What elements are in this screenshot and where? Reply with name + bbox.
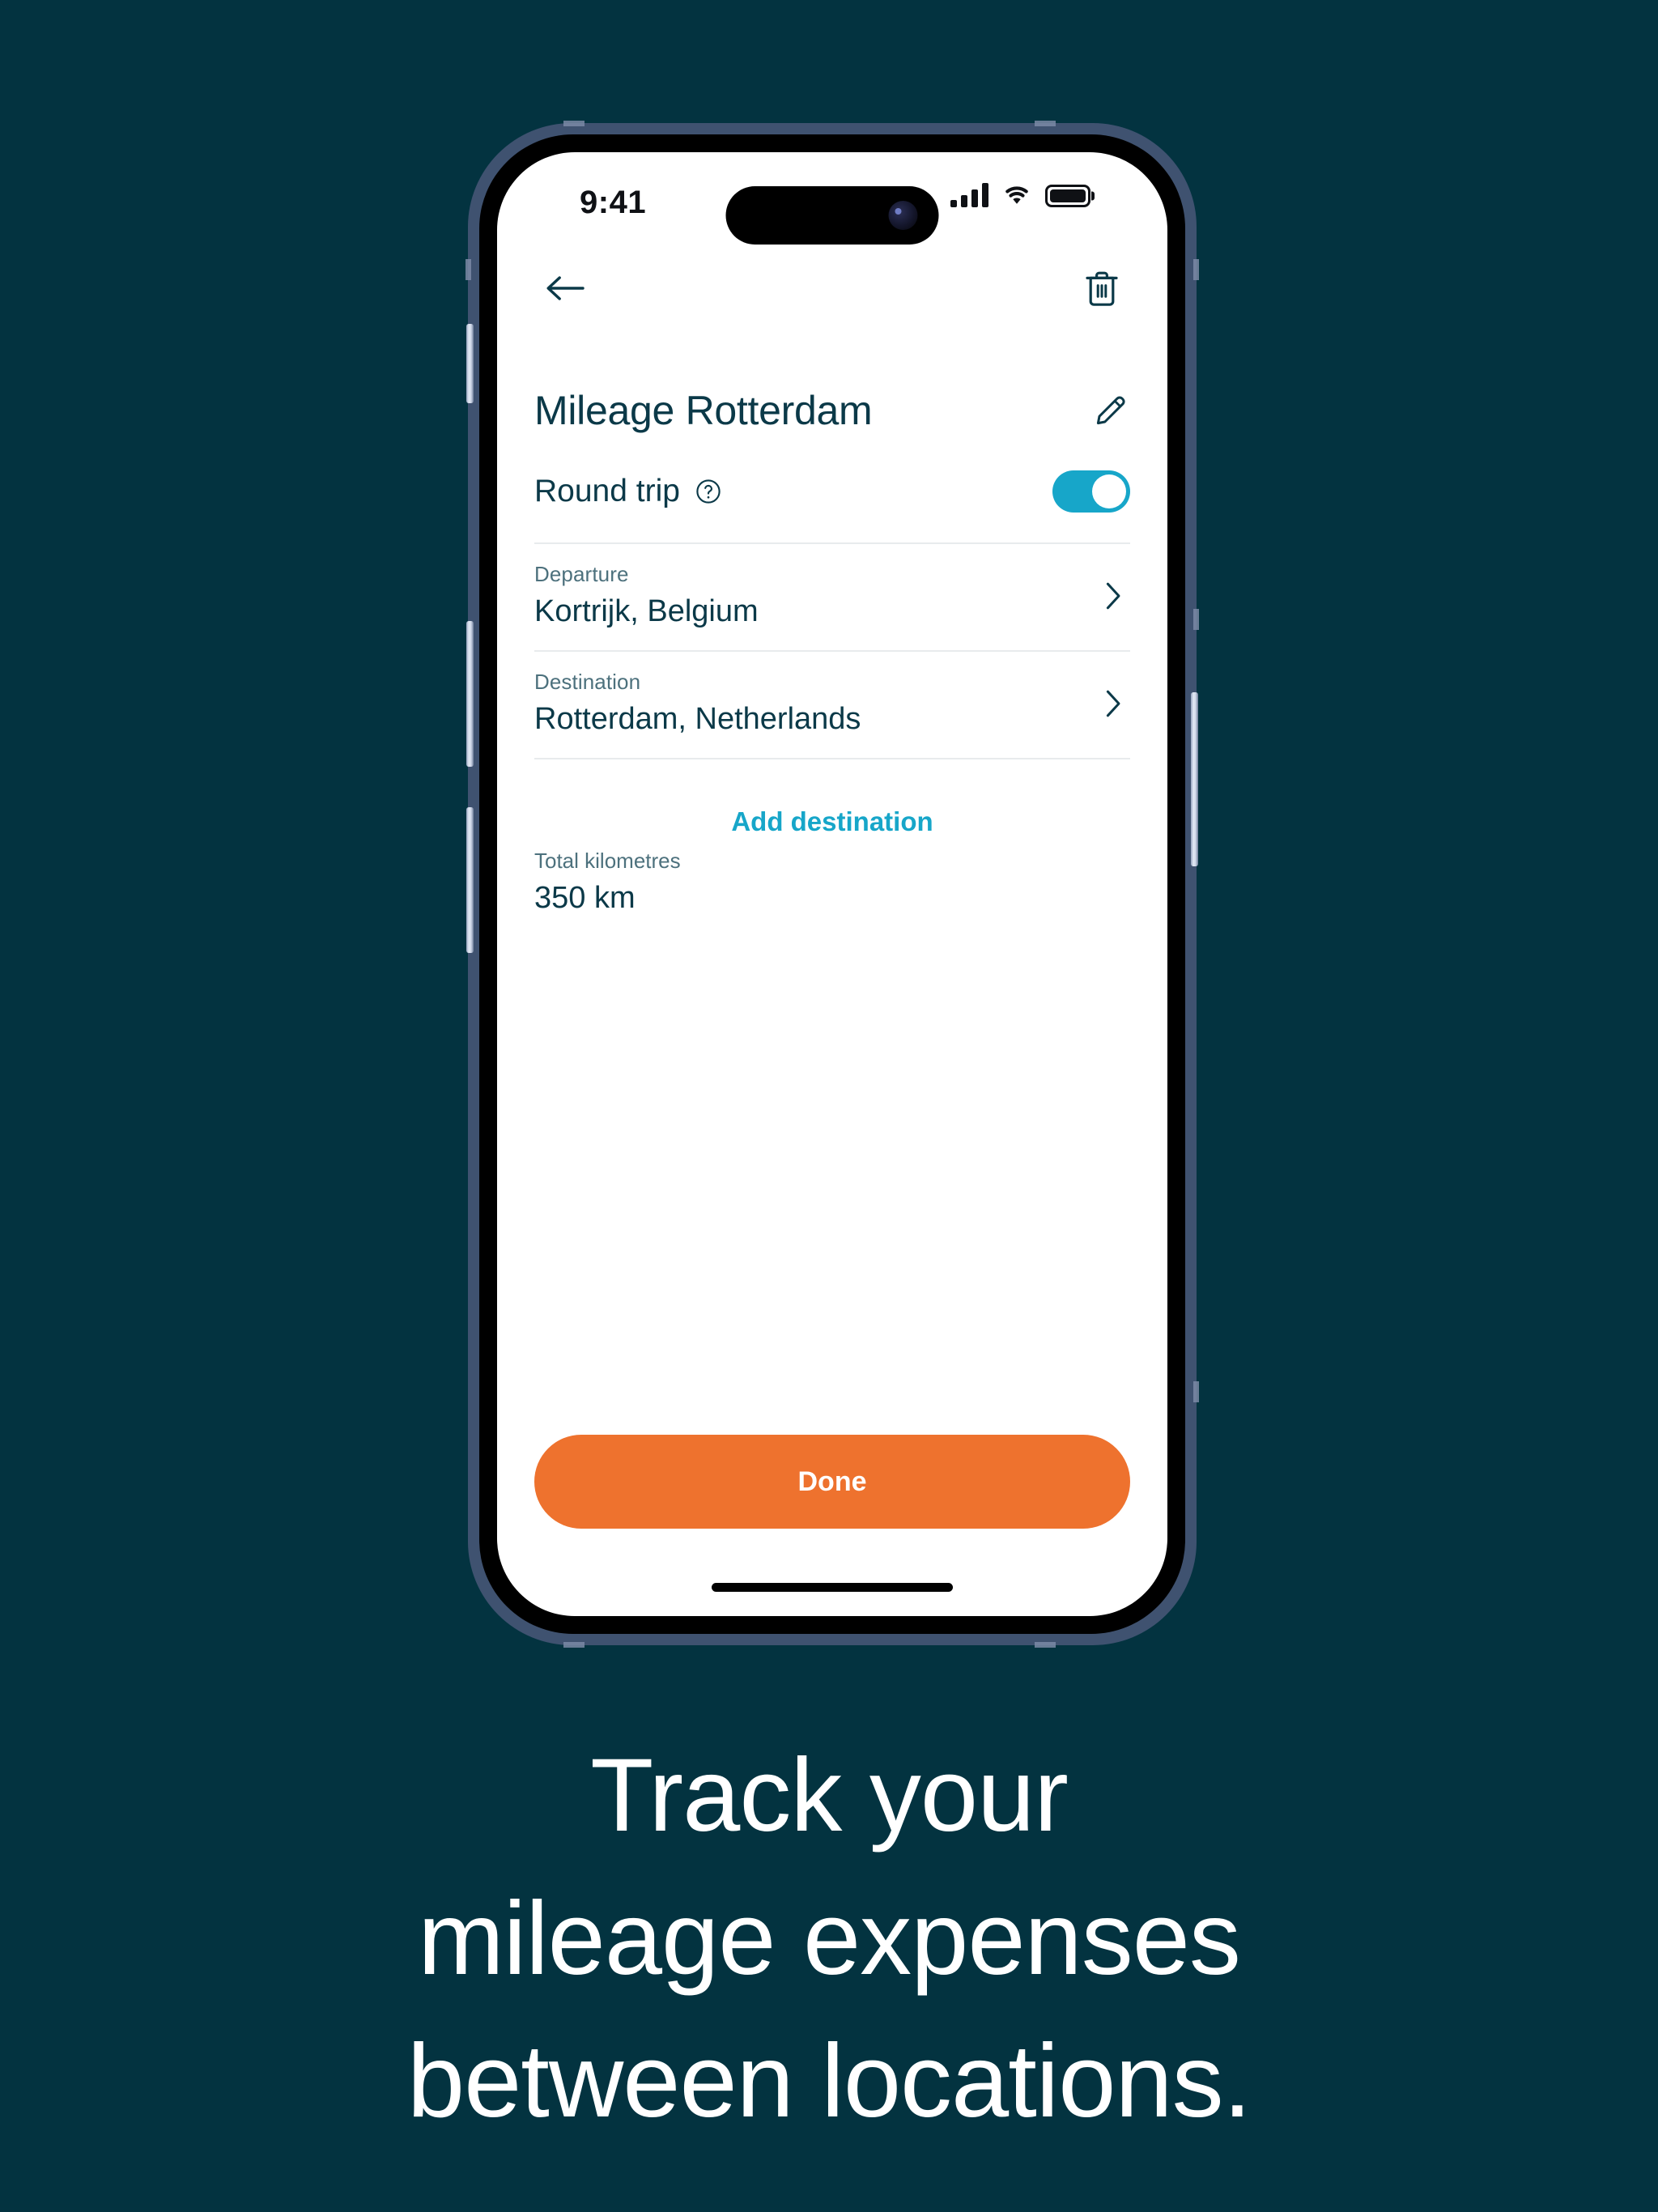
marketing-caption: Track your mileage expenses between loca… [0,1725,1658,2154]
frame-tick [1193,609,1199,630]
status-bar-indicators [950,183,1090,207]
pencil-icon[interactable] [1091,391,1130,430]
wifi-icon [1005,186,1028,204]
total-kilometres-block: Total kilometres 350 km [534,840,1130,916]
destination-value: Rotterdam, Netherlands [534,702,861,736]
done-button[interactable]: Done [534,1435,1130,1529]
frame-tick [1193,1381,1199,1402]
destination-text-group: Destination Rotterdam, Netherlands [534,670,861,737]
arrow-left-icon[interactable] [544,272,586,304]
departure-label: Departure [534,562,629,586]
total-kilometres-value: 350 km [534,881,636,915]
battery-full-icon [1045,185,1090,207]
volume-up-button[interactable] [466,621,474,767]
add-destination-button[interactable]: Add destination [731,806,933,837]
page-title: Mileage Rotterdam [534,388,873,433]
front-camera-icon [888,201,918,230]
dynamic-island [725,186,939,245]
round-trip-toggle[interactable] [1052,470,1130,513]
phone-mockup: 9:41 Mileage Rotterdam Round trip Depart… [466,121,1199,1648]
round-trip-label: Round trip [534,474,680,508]
silent-switch-button[interactable] [466,324,474,403]
home-indicator[interactable] [712,1583,953,1592]
chevron-right-icon[interactable] [1103,687,1124,720]
status-bar: 9:41 [497,152,1167,249]
nav-bar [497,248,1167,329]
screen-content: Mileage Rotterdam Round trip Departure K… [497,329,1167,1616]
phone-screen: 9:41 Mileage Rotterdam Round trip Depart… [497,152,1167,1616]
chevron-right-icon[interactable] [1103,580,1124,612]
departure-row[interactable]: Departure Kortrijk, Belgium [534,544,1130,650]
round-trip-row[interactable]: Round trip [534,440,1130,542]
add-destination-wrap: Add destination [534,759,1130,840]
cellular-signal-icon [950,183,988,207]
round-trip-left: Round trip [534,474,722,509]
destination-label: Destination [534,670,641,694]
frame-tick [1035,121,1056,126]
departure-text-group: Departure Kortrijk, Belgium [534,562,759,629]
frame-tick [563,121,585,126]
volume-down-button[interactable] [466,807,474,953]
departure-value: Kortrijk, Belgium [534,594,759,628]
title-row: Mileage Rotterdam [534,329,1130,440]
caption-line-3: between locations. [406,2023,1252,2140]
power-button[interactable] [1191,692,1198,866]
frame-tick [1193,259,1199,280]
trash-icon[interactable] [1083,268,1120,308]
toggle-knob [1092,474,1126,508]
frame-tick [466,259,471,280]
question-circle-icon[interactable] [695,478,722,505]
caption-line-2: mileage expenses [418,1880,1241,1997]
caption-line-1: Track your [590,1738,1069,1853]
total-kilometres-label: Total kilometres [534,849,681,873]
frame-tick [1035,1642,1056,1648]
frame-tick [563,1642,585,1648]
status-bar-clock: 9:41 [580,185,647,220]
destination-row[interactable]: Destination Rotterdam, Netherlands [534,652,1130,758]
